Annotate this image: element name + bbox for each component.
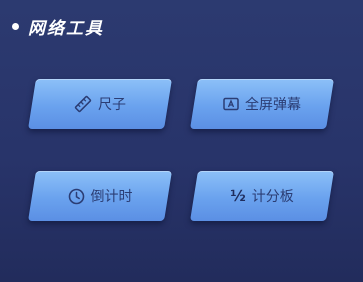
fullscreen-barrage-button-label: 全屏弹幕 [245,97,301,113]
ruler-button[interactable]: 尺子 [32,79,168,129]
section-title: 网络工具 [28,18,104,39]
bullet-dot-icon [12,22,19,30]
ruler-button-content: 尺子 [74,94,126,114]
section-header: 网络工具 [12,14,104,39]
ruler-icon [74,95,92,113]
fullscreen-barrage-icon [223,97,239,111]
fullscreen-barrage-button-content: 全屏弹幕 [223,94,301,114]
countdown-button-label: 倒计时 [90,189,133,205]
ruler-button-label: 尺子 [98,97,126,113]
countdown-button-content: 倒计时 [68,186,133,206]
scoreboard-button-label: 计分板 [251,189,294,205]
scoreboard-button-content: ½ 计分板 [230,186,294,206]
half-fraction-icon: ½ [230,186,246,205]
scoreboard-button[interactable]: ½ 计分板 [194,171,330,221]
clock-icon [68,188,85,205]
countdown-button[interactable]: 倒计时 [32,171,168,221]
network-tools-panel: 网络工具 尺子 全屏弹幕 倒计时 ½ 计分板 [0,0,363,282]
fullscreen-barrage-button[interactable]: 全屏弹幕 [194,79,330,129]
